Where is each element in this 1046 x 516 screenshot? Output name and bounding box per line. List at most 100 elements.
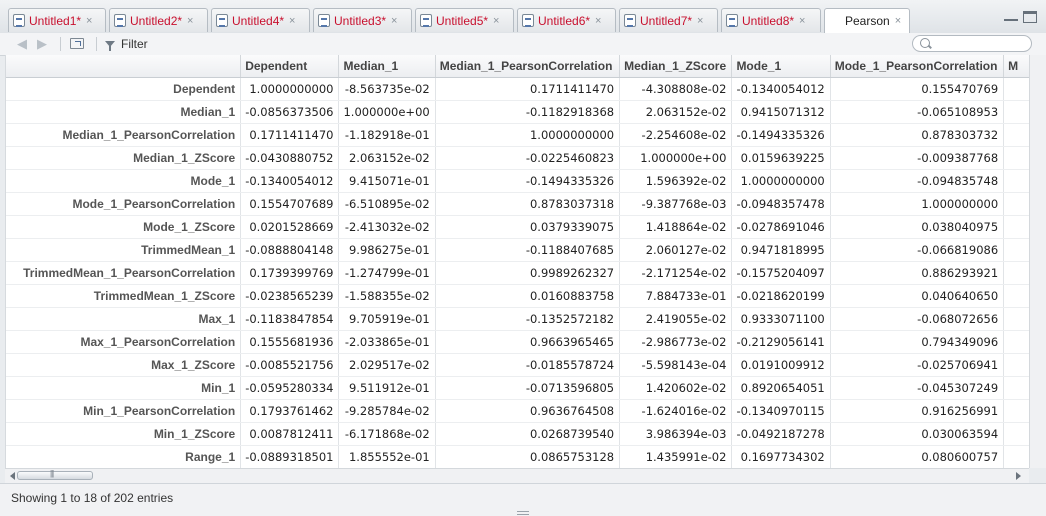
table-cell: -6.171868e-02 [338, 422, 436, 446]
table-cell: 3.986394e-03 [619, 422, 733, 446]
scroll-left-arrow-icon[interactable] [10, 472, 15, 480]
table-cell: -0.1494335326 [731, 123, 831, 147]
table-cell [1003, 169, 1030, 193]
table-cell: -0.2129056141 [731, 330, 831, 354]
table-row: Max_1_ZScore -0.0085521756 2.029517e-02 -0.… [6, 353, 1030, 377]
script-file-icon [13, 14, 25, 27]
table-cell: 1.0000000000 [435, 123, 621, 147]
table-cell: -0.0225460823 [435, 146, 621, 170]
tab-untitled8[interactable]: Untitled8* × [721, 8, 821, 32]
table-cell: -9.285784e-02 [338, 399, 436, 423]
table-row: Min_1_ZScore 0.0087812411 -6.171868e-02 0.0… [6, 422, 1030, 446]
close-icon[interactable]: × [187, 15, 193, 27]
close-icon[interactable]: × [86, 15, 92, 27]
horizontal-scrollbar[interactable] [5, 468, 1029, 483]
table-row: TrimmedMean_1 -0.0888804148 9.986275e-01 -0… [6, 238, 1030, 262]
tab-untitled3[interactable]: Untitled3* × [313, 8, 412, 32]
table-cell: -1.274799e-01 [338, 261, 436, 285]
table-cell: -0.1188407685 [435, 238, 621, 262]
filter-button[interactable]: Filter [105, 37, 148, 51]
close-icon[interactable]: × [289, 15, 295, 27]
table-cell: 0.9333071100 [731, 307, 831, 331]
table-cell: 9.415071e-01 [338, 169, 436, 193]
arrow-right-icon[interactable]: ▶ [37, 37, 47, 51]
table-cell: -0.0085521756 [240, 353, 340, 377]
column-header[interactable]: Median_1_PearsonCorrelation [435, 55, 621, 78]
tab-label: Untitled3* [334, 13, 387, 28]
search-input[interactable] [933, 37, 1027, 50]
table-cell: -0.1340054012 [240, 169, 340, 193]
table-cell: 0.030063594 [830, 422, 1005, 446]
column-header[interactable]: Mode_1 [731, 55, 831, 78]
table-cell: 0.0160883758 [435, 284, 621, 308]
table-cell [1003, 192, 1030, 216]
column-header[interactable]: Mode_1_PearsonCorrelation [830, 55, 1005, 78]
table-cell: 1.0000000000 [240, 77, 340, 101]
table-cell: 0.080600757 [830, 445, 1005, 468]
column-header[interactable]: Median_1_ZScore [619, 55, 733, 78]
close-icon[interactable]: × [391, 15, 397, 27]
tab-untitled4[interactable]: Untitled4* × [211, 8, 310, 32]
row-name-cell: Mode_1_ZScore [6, 215, 242, 239]
close-icon[interactable]: × [799, 15, 805, 27]
table-cell: 1.418864e-02 [619, 215, 733, 239]
table-cell: 0.0191009912 [731, 353, 831, 377]
tab-untitled1[interactable]: Untitled1* × [8, 8, 106, 32]
scroll-right-arrow-icon[interactable] [1016, 472, 1021, 480]
search-box[interactable] [912, 35, 1032, 52]
tab-pearson[interactable]: Pearson × [824, 8, 910, 83]
row-name-cell: Range_1 [6, 445, 242, 468]
table-cell: -2.033865e-01 [338, 330, 436, 354]
table-cell: 9.986275e-01 [338, 238, 436, 262]
close-icon[interactable]: × [595, 15, 601, 27]
tab-label: Untitled5* [436, 13, 489, 28]
close-icon[interactable]: × [895, 15, 901, 27]
table-cell: -0.0218620199 [731, 284, 831, 308]
table-row: Max_1 -0.1183847854 9.705919e-01 -0.1352572… [6, 307, 1030, 331]
maximize-pane-icon[interactable] [1023, 11, 1037, 23]
table-cell: -0.1340054012 [731, 77, 831, 101]
table-cell: -0.068072656 [830, 307, 1005, 331]
table-cell [1003, 146, 1030, 170]
table-cell: -0.1575204097 [731, 261, 831, 285]
table-cell [1003, 261, 1030, 285]
tab-untitled2[interactable]: Untitled2* × [109, 8, 208, 32]
toolbar-divider [60, 37, 61, 51]
table-cell: 2.063152e-02 [619, 100, 733, 124]
table-row: Median_1_PearsonCorrelation 0.1711411470-… [6, 123, 1030, 147]
table-cell: 0.1554707689 [240, 192, 340, 216]
column-header[interactable]: Dependent [240, 55, 340, 78]
table-cell: -0.065108953 [830, 100, 1005, 124]
tab-untitled7[interactable]: Untitled7* × [619, 8, 718, 32]
tab-untitled6[interactable]: Untitled6* × [517, 8, 616, 32]
vertical-scrollbar[interactable] [1029, 55, 1046, 468]
table-cell: 0.0379339075 [435, 215, 621, 239]
table-row: TrimmedMean_1_ZScore -0.0238565239 -1.5883… [6, 284, 1030, 308]
editor-tab-bar: Untitled1* × Untitled2* × Untitled4* × Untitle… [0, 0, 1046, 83]
close-icon[interactable]: × [493, 15, 499, 27]
resize-handle-icon[interactable] [517, 511, 529, 515]
table-row: Dependent 1.0000000000 -8.563735e-02 0.1711… [6, 77, 1030, 101]
filter-label: Filter [121, 37, 148, 51]
close-icon[interactable]: × [697, 15, 703, 27]
tab-label: Untitled6* [538, 13, 591, 28]
arrow-left-icon[interactable]: ◀ [17, 37, 27, 51]
table-cell: 0.0268739540 [435, 422, 621, 446]
tab-untitled5[interactable]: Untitled5* × [415, 8, 514, 32]
minimize-pane-icon[interactable] [1004, 11, 1018, 21]
column-header[interactable]: M [1003, 55, 1030, 78]
row-name-cell: Max_1_ZScore [6, 353, 242, 377]
row-name-cell: Mode_1_PearsonCorrelation [6, 192, 242, 216]
data-table: Dependent Median_1 Median_1_PearsonCorrela… [6, 55, 1030, 468]
search-icon [920, 38, 930, 48]
table-cell: -0.1182918368 [435, 100, 621, 124]
table-row: Median_1 -0.0856373506 1.000000e+00 -0.1182… [6, 100, 1030, 124]
table-cell: 1.000000000 [830, 192, 1005, 216]
column-header[interactable]: Median_1 [338, 55, 436, 78]
script-file-icon [114, 14, 126, 27]
show-in-new-window-icon[interactable] [70, 38, 84, 49]
scrollbar-thumb[interactable] [17, 469, 93, 480]
script-file-icon [216, 14, 228, 27]
row-name-cell: Median_1_PearsonCorrelation [6, 123, 242, 147]
table-cell: -0.009387768 [830, 146, 1005, 170]
